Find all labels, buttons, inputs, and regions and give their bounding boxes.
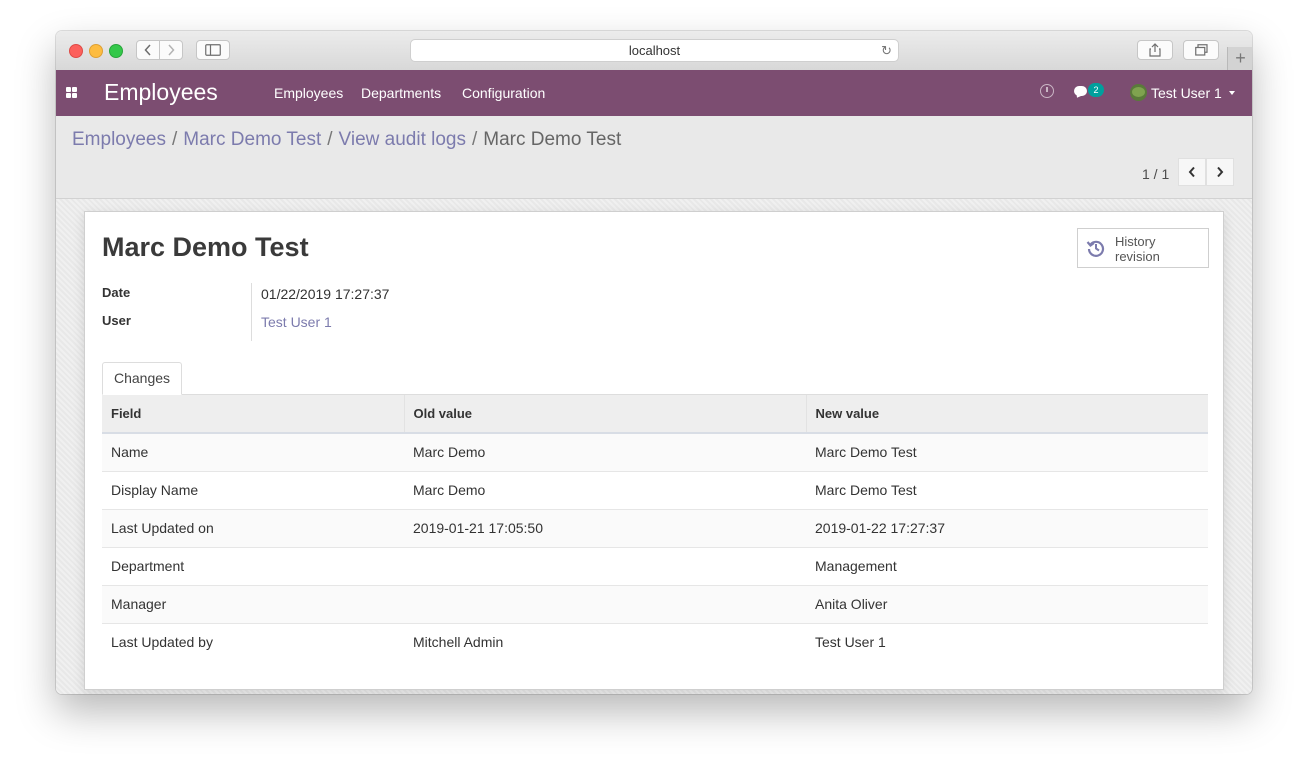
cell-field: Department xyxy=(102,546,404,585)
chevron-right-icon xyxy=(1217,166,1224,178)
menu-departments[interactable]: Departments xyxy=(361,85,441,101)
close-window-button[interactable] xyxy=(69,44,83,58)
sidebar-icon xyxy=(205,44,221,56)
user-avatar[interactable] xyxy=(1130,84,1147,101)
record-title: Marc Demo Test xyxy=(102,232,309,262)
table-row[interactable]: Department Management xyxy=(102,546,1208,585)
breadcrumb-separator: / xyxy=(471,129,478,150)
new-tab-button[interactable]: + xyxy=(1227,47,1252,70)
cell-field: Manager xyxy=(102,584,404,623)
chat-count-badge: 2 xyxy=(1088,83,1104,97)
forward-button[interactable] xyxy=(159,40,183,60)
breadcrumb-separator: / xyxy=(172,129,178,150)
form-sheet: Marc Demo Test History revision Date Use… xyxy=(84,211,1224,690)
table-row[interactable]: Manager Anita Oliver xyxy=(102,584,1208,623)
history-revision-label: History revision xyxy=(1115,234,1160,264)
minimize-window-button[interactable] xyxy=(89,44,103,58)
user-menu[interactable]: Test User 1 xyxy=(1151,85,1222,101)
breadcrumb-current: Marc Demo Test xyxy=(483,129,622,150)
cell-new-value: Test User 1 xyxy=(806,622,1208,661)
tabs-icon xyxy=(1194,44,1208,56)
column-header-field[interactable]: Field xyxy=(102,395,405,434)
menu-configuration[interactable]: Configuration xyxy=(462,85,545,101)
chevron-left-icon xyxy=(1188,166,1195,178)
form-background: Marc Demo Test History revision Date Use… xyxy=(56,199,1252,694)
cell-field: Display Name xyxy=(102,470,404,509)
pager-next-button[interactable] xyxy=(1206,158,1234,186)
user-label: User xyxy=(102,313,131,328)
back-button[interactable] xyxy=(136,40,160,60)
share-button[interactable] xyxy=(1137,40,1173,60)
show-tabs-button[interactable] xyxy=(1183,40,1219,60)
zoom-window-button[interactable] xyxy=(109,44,123,58)
cell-field: Name xyxy=(102,432,404,471)
cell-old-value xyxy=(404,546,806,585)
cell-field: Last Updated on xyxy=(102,508,404,547)
table-row[interactable]: Name Marc Demo Marc Demo Test xyxy=(102,432,1208,471)
cell-old-value: 2019-01-21 17:05:50 xyxy=(404,508,806,547)
chevron-right-icon xyxy=(168,44,175,56)
browser-toolbar: localhost ↻ + xyxy=(56,31,1252,71)
cell-old-value xyxy=(404,584,806,623)
pager-previous-button[interactable] xyxy=(1178,158,1206,186)
apps-grid-icon[interactable] xyxy=(66,87,78,99)
breadcrumb-employees[interactable]: Employees xyxy=(72,129,166,150)
cell-new-value: Management xyxy=(806,546,1208,585)
chevron-left-icon xyxy=(144,44,151,56)
breadcrumb-audit-logs[interactable]: View audit logs xyxy=(339,129,466,150)
reload-icon[interactable]: ↻ xyxy=(881,40,892,61)
date-value: 01/22/2019 17:27:37 xyxy=(261,286,390,302)
cell-new-value: Marc Demo Test xyxy=(806,470,1208,509)
cell-new-value: Anita Oliver xyxy=(806,584,1208,623)
cell-old-value: Marc Demo xyxy=(404,432,806,471)
caret-down-icon[interactable] xyxy=(1229,91,1235,95)
top-navbar: Employees Employees Departments Configur… xyxy=(56,70,1252,116)
user-link[interactable]: Test User 1 xyxy=(261,314,332,330)
column-header-new-value[interactable]: New value xyxy=(806,395,1208,434)
address-text: localhost xyxy=(628,43,681,58)
pager-value[interactable]: 1 / 1 xyxy=(1142,166,1169,182)
cell-old-value: Mitchell Admin xyxy=(404,622,806,661)
cell-new-value: 2019-01-22 17:27:37 xyxy=(806,508,1208,547)
table-header-row: Field Old value New value xyxy=(102,395,1208,434)
chat-icon[interactable] xyxy=(1074,86,1087,96)
control-panel: Employees / Marc Demo Test / View audit logs… xyxy=(56,116,1252,199)
activity-clock-icon[interactable] xyxy=(1040,84,1054,98)
changes-table: Field Old value New value Name Marc Demo… xyxy=(102,395,1208,661)
menu-employees[interactable]: Employees xyxy=(274,85,343,101)
cell-field: Last Updated by xyxy=(102,622,404,661)
breadcrumb-employee[interactable]: Marc Demo Test xyxy=(183,129,321,150)
table-row[interactable]: Last Updated on 2019-01-21 17:05:50 2019… xyxy=(102,508,1208,547)
share-icon xyxy=(1149,43,1161,57)
column-header-old-value[interactable]: Old value xyxy=(404,395,807,434)
breadcrumb-separator: / xyxy=(327,129,333,150)
browser-window: localhost ↻ + Employees Employees Depart… xyxy=(56,31,1252,694)
table-row[interactable]: Last Updated by Mitchell Admin Test User… xyxy=(102,622,1208,661)
sidebar-toggle-button[interactable] xyxy=(196,40,230,60)
cell-new-value: Marc Demo Test xyxy=(806,432,1208,471)
table-row[interactable]: Display Name Marc Demo Marc Demo Test xyxy=(102,470,1208,509)
app-title: Employees xyxy=(104,79,218,105)
history-revision-button[interactable]: History revision xyxy=(1077,228,1209,268)
tab-changes[interactable]: Changes xyxy=(102,362,182,395)
field-divider xyxy=(251,283,252,341)
breadcrumb: Employees / Marc Demo Test / View audit logs… xyxy=(72,129,621,151)
date-label: Date xyxy=(102,285,131,300)
address-bar[interactable]: localhost ↻ xyxy=(410,39,899,62)
history-icon xyxy=(1086,240,1105,257)
cell-old-value: Marc Demo xyxy=(404,470,806,509)
